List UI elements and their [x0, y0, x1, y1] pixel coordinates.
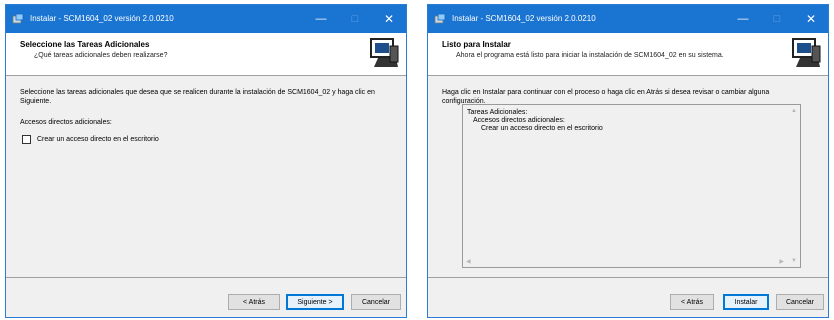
window-title: Instalar - SCM1604_02 versión 2.0.0210 — [452, 14, 596, 23]
desktop-shortcut-label[interactable]: Crear un acceso directo en el escritorio — [37, 136, 159, 143]
computer-install-icon — [370, 38, 399, 67]
instruction-text: Seleccione las tareas adicionales que de… — [20, 89, 375, 105]
wizard-footer: < Atrás Siguiente > Cancelar — [6, 277, 406, 317]
page-title: Listo para Instalar — [442, 40, 511, 49]
page-subtitle: Ahora el programa está listo para inicia… — [456, 52, 724, 59]
setup-window-ready-to-install: Instalar - SCM1604_02 versión 2.0.0210 —… — [427, 4, 829, 318]
scroll-up-arrow-icon[interactable]: ▲ — [791, 108, 797, 114]
page-subtitle: ¿Qué tareas adicionales deben realizarse… — [34, 52, 168, 59]
memo-line-desktop-shortcut: Crear un acceso directo en el escritorio — [481, 125, 603, 132]
back-button[interactable]: < Atrás — [670, 294, 714, 310]
wizard-header: Seleccione las Tareas Adicionales ¿Qué t… — [6, 33, 406, 76]
scroll-right-arrow-icon[interactable]: ▶ — [779, 258, 784, 265]
install-summary-memo[interactable]: Tareas Adicionales: Accesos directos adi… — [462, 104, 801, 268]
shortcuts-group-label: Accesos directos adicionales: — [20, 119, 112, 126]
computer-install-icon — [792, 38, 821, 67]
memo-line-tasks: Tareas Adicionales: — [467, 109, 528, 116]
next-button[interactable]: Siguiente > — [286, 294, 344, 310]
desktop-shortcut-option[interactable]: Crear un acceso directo en el escritorio — [22, 135, 159, 144]
memo-line-shortcuts: Accesos directos adicionales: — [473, 117, 565, 124]
minimize-button[interactable]: — — [304, 5, 338, 33]
close-button[interactable]: ✕ — [372, 5, 406, 33]
title-bar[interactable]: Instalar - SCM1604_02 versión 2.0.0210 —… — [6, 5, 406, 33]
setup-window-select-tasks: Instalar - SCM1604_02 versión 2.0.0210 —… — [5, 4, 407, 318]
cancel-button[interactable]: Cancelar — [776, 294, 824, 310]
wizard-header: Listo para Instalar Ahora el programa es… — [428, 33, 828, 76]
close-button[interactable]: ✕ — [794, 5, 828, 33]
back-button[interactable]: < Atrás — [228, 294, 280, 310]
scroll-down-arrow-icon[interactable]: ▼ — [791, 258, 797, 264]
scroll-left-arrow-icon[interactable]: ◀ — [466, 258, 471, 265]
wizard-footer: < Atrás Instalar Cancelar — [428, 277, 828, 317]
install-button[interactable]: Instalar — [723, 294, 769, 310]
wizard-body: Haga clic en Instalar para continuar con… — [428, 76, 828, 276]
wizard-body: Seleccione las tareas adicionales que de… — [6, 76, 406, 276]
maximize-button[interactable]: □ — [760, 5, 794, 33]
page-title: Seleccione las Tareas Adicionales — [20, 40, 150, 49]
memo-vertical-scrollbar[interactable]: ▲ ▼ — [788, 105, 800, 267]
installer-app-icon — [434, 13, 446, 24]
installer-app-icon — [12, 13, 24, 24]
desktop-shortcut-checkbox[interactable] — [22, 135, 31, 144]
cancel-button[interactable]: Cancelar — [351, 294, 401, 310]
window-title: Instalar - SCM1604_02 versión 2.0.0210 — [30, 14, 174, 23]
minimize-button[interactable]: — — [726, 5, 760, 33]
title-bar[interactable]: Instalar - SCM1604_02 versión 2.0.0210 —… — [428, 5, 828, 33]
maximize-button[interactable]: □ — [338, 5, 372, 33]
